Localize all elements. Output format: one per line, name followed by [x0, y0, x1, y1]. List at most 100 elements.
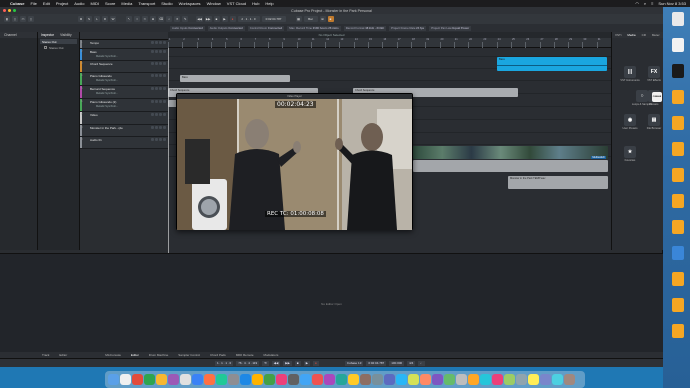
tab-visibility[interactable]: Visibility — [60, 33, 71, 37]
search-icon[interactable]: ⌕ — [644, 1, 646, 6]
close-window-button[interactable] — [3, 9, 6, 12]
solo-button[interactable] — [155, 113, 158, 116]
track-row[interactable]: 6 Piano Glissando (2) Melodic Synchrotr... — [80, 99, 168, 112]
info-field[interactable]: Project Pan Law Equal Power — [429, 25, 472, 31]
lower-zone-toggle-icon[interactable]: ▭ — [20, 16, 26, 22]
mute-button[interactable] — [151, 62, 154, 65]
signature-display[interactable]: 4/4 — [407, 360, 416, 366]
track-name[interactable]: Monster in the Park...(de — [90, 126, 123, 130]
dock-app-icon[interactable] — [468, 374, 479, 385]
tab-vsti[interactable]: VSTi — [615, 33, 621, 37]
mute-object-tool-icon[interactable]: ✕ — [174, 16, 181, 22]
dock-app-icon[interactable] — [192, 374, 203, 385]
monitor-button[interactable] — [163, 126, 166, 129]
menu-transport[interactable]: Transport — [138, 1, 155, 6]
tab-inspector[interactable]: Inspector — [41, 33, 54, 37]
dock-app-icon[interactable] — [240, 374, 251, 385]
monitor-button[interactable] — [163, 100, 166, 103]
tab-meter[interactable]: Meter — [652, 33, 660, 37]
glue-tool-icon[interactable]: ⊕ — [150, 16, 156, 22]
monitor-button[interactable] — [163, 74, 166, 77]
tab-editor-2[interactable]: Editor — [131, 353, 139, 357]
grid-type-select[interactable]: Bar — [303, 16, 318, 22]
dock-app-icon[interactable] — [120, 374, 131, 385]
dock-app-icon[interactable] — [324, 374, 335, 385]
tab-track[interactable]: Track — [42, 353, 49, 357]
dock-app-icon[interactable] — [564, 374, 575, 385]
monitor-button[interactable] — [163, 138, 166, 141]
menu-help[interactable]: Help — [265, 1, 273, 6]
left-locator[interactable]: 1 . 1 . 1 . 0 — [215, 360, 234, 366]
tab-drum-machine[interactable]: Drum Machine — [149, 353, 169, 357]
left-zone-tab-channel[interactable]: Channel — [0, 32, 37, 38]
desktop-file-icon[interactable] — [672, 324, 684, 338]
track-instrument[interactable]: Melodic Synchrotr... — [96, 55, 118, 58]
track-instrument[interactable]: Melodic Synchrotr... — [96, 79, 118, 82]
dock-app-icon[interactable] — [480, 374, 491, 385]
transport-stop-button[interactable]: ■ — [294, 360, 301, 366]
menu-workspaces[interactable]: Workspaces — [179, 1, 201, 6]
dock-app-icon[interactable] — [348, 374, 359, 385]
record-enable-button[interactable] — [159, 41, 162, 44]
tab-midi-remote[interactable]: MIDI Remote — [236, 353, 254, 357]
info-field[interactable]: Project Frame Rate 24 fps — [389, 25, 427, 31]
tab-chord-pads[interactable]: Chord Pads — [210, 353, 226, 357]
mute-button[interactable] — [151, 87, 154, 90]
mute-button[interactable] — [151, 50, 154, 53]
track-instrument[interactable]: Melodic Synchrotr... — [96, 105, 118, 108]
draw-tool-icon[interactable]: ✎ — [182, 16, 189, 22]
dock-app-icon[interactable] — [528, 374, 539, 385]
mute-tool-icon[interactable]: M — [78, 16, 84, 22]
info-field[interactable]: Record Format 48 kHz - 24 Bit — [343, 25, 387, 31]
right-zone-toggle-icon[interactable]: ▯ — [28, 16, 34, 22]
track-row[interactable]: 5 Bernard Sequence Melodic Synchrotr... — [80, 86, 168, 99]
desktop-file-icon[interactable] — [672, 272, 684, 286]
listen-tool-icon[interactable]: L — [94, 16, 100, 22]
dock-app-icon[interactable] — [444, 374, 455, 385]
cycle-button[interactable]: ⟲ — [262, 360, 269, 366]
dock-app-icon[interactable] — [408, 374, 419, 385]
right-locator[interactable]: 76 . 4 . 4 . 119 — [236, 360, 260, 366]
project-ruler[interactable]: 1 2 3 4 5 6 7 8 9 10 11 12 13 14 15 16 17 18 19 20 21 22 23 24 2… — [168, 38, 611, 48]
menu-score[interactable]: Score — [105, 1, 115, 6]
quantize-icon[interactable]: ⊞ — [319, 16, 326, 22]
solo-button[interactable] — [155, 62, 158, 65]
object-selection-tool-icon[interactable]: ↖ — [126, 16, 132, 22]
solo-button[interactable] — [155, 87, 158, 90]
record-enable-button[interactable] — [159, 50, 162, 53]
transport-time-display[interactable]: 0:02:04.787 — [366, 360, 387, 366]
vst-instruments-icon[interactable]: ||| — [624, 66, 636, 78]
menu-hub[interactable]: Hub — [252, 1, 259, 6]
dock-app-icon[interactable] — [228, 374, 239, 385]
record-enable-button[interactable] — [159, 87, 162, 90]
transport-rewind-button[interactable]: ◀◀ — [271, 360, 281, 366]
track-instrument[interactable]: Melodic Synchrotr... — [96, 92, 118, 95]
project-name-display[interactable]: Cubase 13 — [344, 360, 364, 366]
loops-samples-icon[interactable]: ○ — [636, 90, 648, 102]
desktop-file-icon[interactable] — [672, 64, 684, 78]
desktop-file-icon[interactable] — [672, 142, 684, 156]
track-name[interactable]: Tempo — [90, 41, 99, 45]
desktop-file-icon[interactable] — [672, 220, 684, 234]
monitor-button[interactable] — [163, 50, 166, 53]
record-enable-button[interactable] — [159, 138, 162, 141]
desktop-file-icon[interactable] — [672, 246, 684, 260]
dock-app-icon[interactable] — [108, 374, 119, 385]
read-tool-icon[interactable]: R — [102, 16, 108, 22]
inspector-row[interactable]: Stereo Out — [44, 45, 73, 50]
tab-modulators[interactable]: Modulators — [263, 353, 278, 357]
menu-window[interactable]: Window — [207, 1, 221, 6]
desktop-file-icon[interactable] — [672, 116, 684, 130]
stop-button[interactable]: ■ — [213, 16, 220, 22]
dock-app-icon[interactable] — [372, 374, 383, 385]
record-enable-button[interactable] — [159, 113, 162, 116]
dock-app-icon[interactable] — [396, 374, 407, 385]
dock-app-icon[interactable] — [360, 374, 371, 385]
track-row[interactable]: 9 Audio 01 — [80, 137, 168, 149]
menu-file[interactable]: File — [30, 1, 36, 6]
toolbar-position-display[interactable]: 2 . 1 . 1 . 0 — [237, 16, 260, 22]
track-name[interactable]: Piano Glissando (2) — [90, 100, 116, 104]
tab-control-room[interactable]: CR — [642, 33, 646, 37]
monitor-button[interactable] — [163, 41, 166, 44]
dock-app-icon[interactable] — [504, 374, 515, 385]
